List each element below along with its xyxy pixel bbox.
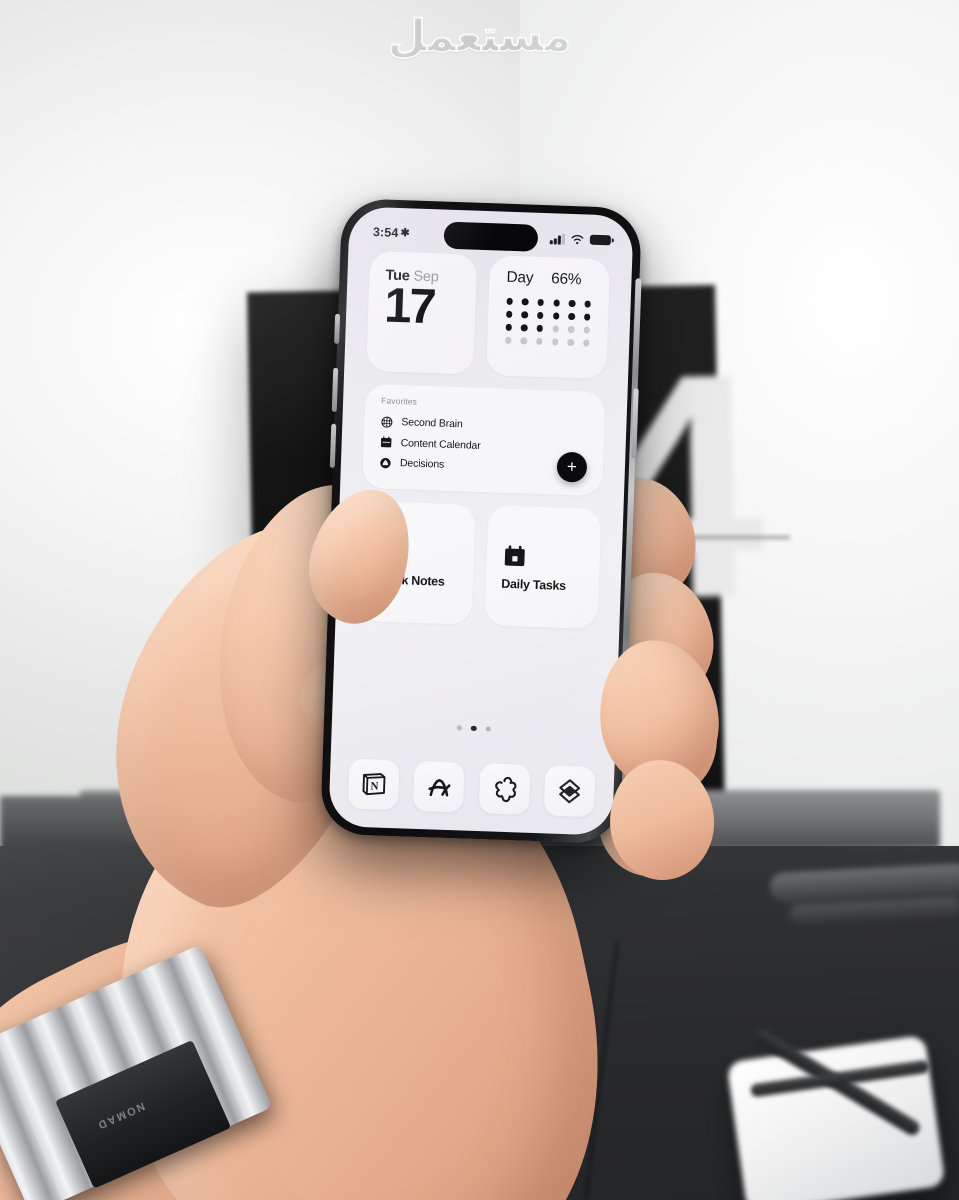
progress-dot-filled xyxy=(553,299,560,307)
sparkle-asterisk-icon: ✱ xyxy=(400,226,410,239)
progress-dot-empty xyxy=(567,326,575,333)
dynamic-island[interactable] xyxy=(443,221,539,252)
dock-app-chatgpt[interactable] xyxy=(478,763,531,815)
progress-dot-filled xyxy=(505,310,513,318)
progress-dot-filled xyxy=(552,312,560,320)
favorites-widget[interactable]: Favorites Second Brain Content Calendar … xyxy=(362,383,606,497)
watermark: مستعمل xyxy=(0,0,959,72)
plus-icon: + xyxy=(566,456,578,477)
dock: N xyxy=(347,758,596,818)
progress-dot-empty xyxy=(551,338,559,346)
arc-browser-icon xyxy=(428,778,451,796)
progress-dot-filled xyxy=(568,299,576,307)
widget-row-top: Tue Sep 17 Day 66% xyxy=(366,250,611,380)
status-bar-indicators xyxy=(549,233,612,246)
day-progress-header: Day 66% xyxy=(506,269,595,290)
action-button[interactable] xyxy=(334,313,341,344)
progress-dot-filled xyxy=(506,297,513,305)
day-progress-percent: 66% xyxy=(550,270,582,289)
progress-dot-filled xyxy=(537,298,545,306)
clock-label: 3:54 xyxy=(372,225,399,240)
progress-dot-empty xyxy=(583,326,591,334)
day-progress-widget[interactable]: Day 66% xyxy=(486,255,611,380)
calendar-icon xyxy=(380,436,392,448)
day-progress-label: Day xyxy=(506,268,534,287)
page-dot[interactable] xyxy=(485,726,491,732)
page-indicator-dots[interactable] xyxy=(332,721,616,736)
dock-app-notion[interactable]: N xyxy=(347,758,400,811)
progress-dot-empty xyxy=(583,339,590,347)
favorites-item-label: Content Calendar xyxy=(400,436,481,452)
progress-dot-empty xyxy=(520,337,528,345)
signal-bars-icon xyxy=(549,233,566,245)
daily-tasks-widget[interactable]: Daily Tasks xyxy=(483,505,602,630)
progress-dot-filled xyxy=(521,311,529,319)
openai-icon xyxy=(495,776,517,802)
progress-dot-filled xyxy=(536,311,544,319)
battery-icon xyxy=(589,234,612,246)
stylus-tray xyxy=(726,1034,946,1200)
photo-scene: 4 NOMAD 3:54 ✱ Tue Sep 17 Day 66% Favori… xyxy=(0,0,959,1200)
watermark-text: مستعمل xyxy=(387,10,572,63)
progress-dot-empty xyxy=(552,325,559,333)
progress-dot-empty xyxy=(504,337,512,344)
progress-dot-filled xyxy=(505,323,513,331)
daily-tasks-icon-wrap xyxy=(502,541,600,570)
wifi-icon xyxy=(571,234,584,244)
progress-dot-empty xyxy=(536,338,543,345)
progress-dot-filled xyxy=(583,313,591,321)
day-progress-dot-grid xyxy=(504,297,594,347)
calendar-filled-icon xyxy=(504,544,525,566)
dock-app-raycast[interactable] xyxy=(543,765,596,818)
layers-diamond-icon xyxy=(559,779,581,804)
favorites-item-label: Second Brain xyxy=(401,416,463,431)
progress-dot-filled xyxy=(520,324,528,332)
status-bar-time-group: 3:54 ✱ xyxy=(373,225,410,240)
progress-dot-filled xyxy=(521,298,529,306)
favorites-title: Favorites xyxy=(380,395,418,407)
dock-app-arc[interactable] xyxy=(413,760,465,813)
date-widget[interactable]: Tue Sep 17 xyxy=(366,250,478,375)
progress-dot-filled xyxy=(536,325,544,332)
progress-dot-filled xyxy=(584,300,592,308)
page-dot-active[interactable] xyxy=(471,725,477,731)
decision-droplet-icon xyxy=(380,457,391,469)
favorites-item-label: Decisions xyxy=(399,457,445,471)
svg-text:N: N xyxy=(370,780,378,792)
brain-icon xyxy=(381,416,393,428)
page-dot[interactable] xyxy=(456,725,463,731)
notion-icon: N xyxy=(362,773,386,796)
daily-tasks-label: Daily Tasks xyxy=(501,576,567,593)
progress-dot-empty xyxy=(567,339,575,347)
date-day-number: 17 xyxy=(383,278,435,335)
progress-dot-filled xyxy=(568,313,576,320)
